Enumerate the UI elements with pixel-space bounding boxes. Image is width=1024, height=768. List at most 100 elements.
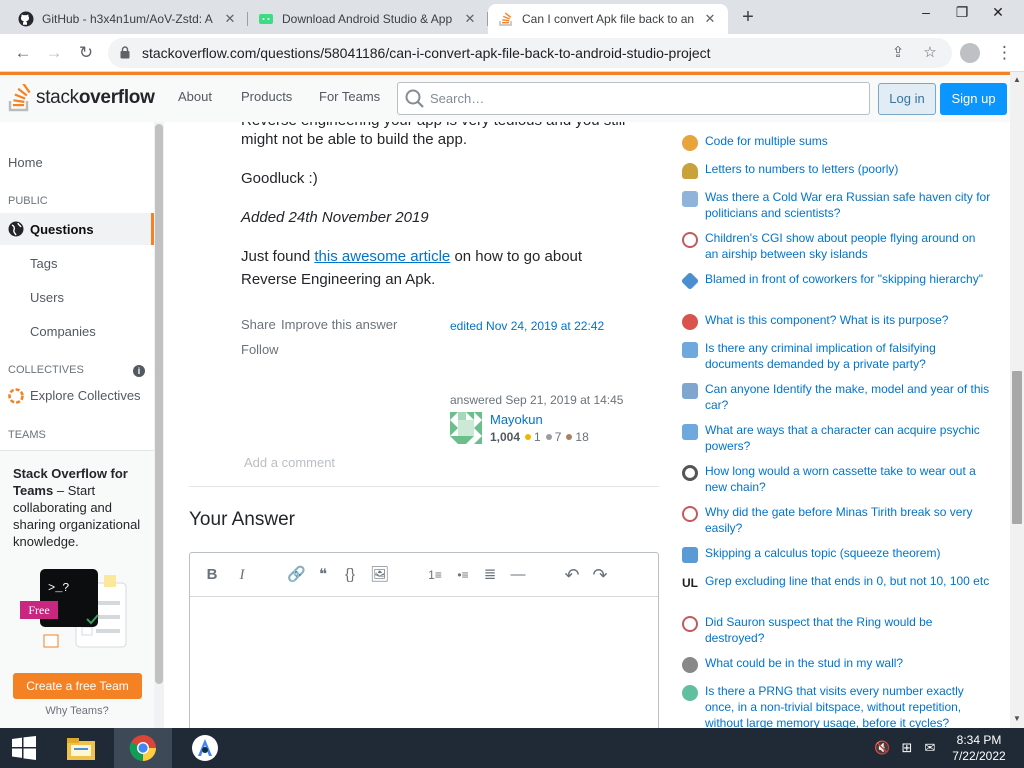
android-studio-taskbar-icon[interactable] bbox=[176, 728, 234, 768]
nav-products[interactable]: Products bbox=[241, 89, 292, 104]
sidebar-scrollbar[interactable] bbox=[154, 122, 164, 728]
nav-companies[interactable]: Companies bbox=[30, 324, 96, 339]
tab-android-studio[interactable]: Download Android Studio & App ✕ bbox=[248, 4, 488, 34]
info-icon[interactable]: i bbox=[133, 365, 145, 377]
horizontal-rule-icon[interactable]: — bbox=[509, 566, 527, 584]
new-tab-button[interactable]: + bbox=[738, 7, 758, 27]
follow-link[interactable]: Follow bbox=[241, 342, 279, 357]
share-link[interactable]: Share bbox=[241, 317, 276, 332]
site-icon bbox=[682, 342, 698, 358]
image-icon[interactable]: 🖼 bbox=[370, 566, 389, 584]
reload-icon[interactable]: ↻ bbox=[75, 42, 97, 64]
link-icon[interactable]: 🔗 bbox=[287, 566, 306, 584]
nav-users[interactable]: Users bbox=[30, 290, 64, 305]
undo-icon[interactable]: ↶ bbox=[563, 566, 581, 584]
action-center-icon[interactable]: ✉ bbox=[922, 740, 938, 756]
tab-close-icon[interactable]: ✕ bbox=[702, 11, 718, 27]
forward-icon[interactable]: → bbox=[43, 42, 65, 64]
browser-tab-strip: GitHub - h3x4n1um/AoV-Zstd: A ✕ Download… bbox=[0, 0, 1024, 34]
hnq-item[interactable]: How long would a worn cassette take to w… bbox=[682, 463, 992, 495]
improve-answer-link[interactable]: Improve this answer bbox=[281, 317, 397, 332]
article-link[interactable]: this awesome article bbox=[314, 248, 450, 265]
lock-icon bbox=[120, 46, 130, 59]
hnq-item[interactable]: Is there a PRNG that visits every number… bbox=[682, 683, 992, 728]
address-bar[interactable]: stackoverflow.com/questions/58041186/can… bbox=[108, 38, 952, 68]
scrollbar-thumb[interactable] bbox=[1012, 371, 1022, 524]
chrome-icon[interactable] bbox=[114, 728, 172, 768]
tab-stackoverflow[interactable]: Can I convert Apk file back to an ✕ bbox=[488, 4, 728, 34]
hnq-item[interactable]: Can anyone Identify the make, model and … bbox=[682, 381, 992, 413]
user-avatar[interactable] bbox=[450, 412, 482, 444]
site-icon bbox=[682, 657, 698, 673]
nav-home[interactable]: Home bbox=[8, 155, 43, 170]
hnq-item[interactable]: Letters to numbers to letters (poorly) bbox=[682, 161, 992, 179]
search-input[interactable]: Search… bbox=[397, 82, 870, 115]
site-icon bbox=[682, 547, 698, 563]
hnq-item[interactable]: What could be in the stud in my wall? bbox=[682, 655, 992, 673]
create-free-team-button[interactable]: Create a free Team bbox=[13, 673, 142, 699]
github-icon bbox=[18, 11, 34, 27]
code-icon[interactable]: {} bbox=[341, 566, 359, 584]
italic-icon[interactable]: I bbox=[233, 566, 251, 584]
hnq-item[interactable]: What are ways that a character can acqui… bbox=[682, 422, 992, 454]
hnq-item[interactable]: What is this component? What is its purp… bbox=[682, 312, 992, 330]
signup-button[interactable]: Sign up bbox=[940, 83, 1007, 115]
android-studio-icon bbox=[258, 11, 274, 27]
tab-close-icon[interactable]: ✕ bbox=[462, 11, 478, 27]
site-icon bbox=[680, 271, 700, 291]
site-icon bbox=[682, 163, 698, 179]
windows-start-icon[interactable] bbox=[0, 728, 48, 768]
edited-timestamp-link[interactable]: edited Nov 24, 2019 at 22:42 bbox=[450, 319, 604, 333]
taskbar-clock[interactable]: 8:34 PM 7/22/2022 bbox=[944, 732, 1014, 764]
redo-icon[interactable]: ↷ bbox=[591, 566, 609, 584]
scroll-down-icon[interactable]: ▼ bbox=[1013, 715, 1021, 723]
site-icon bbox=[682, 424, 698, 440]
login-button[interactable]: Log in bbox=[878, 83, 936, 115]
numbered-list-icon[interactable]: 1≡ bbox=[424, 566, 446, 584]
hnq-item[interactable]: Code for multiple sums bbox=[682, 133, 992, 151]
teams-promo-text: Stack Overflow for Teams – Start collabo… bbox=[13, 466, 141, 549]
back-icon[interactable]: ← bbox=[12, 42, 34, 64]
bookmark-star-icon[interactable]: ☆ bbox=[920, 43, 940, 63]
nav-tags[interactable]: Tags bbox=[30, 256, 57, 271]
file-explorer-icon[interactable] bbox=[52, 728, 110, 768]
browser-menu-icon[interactable]: ⋮ bbox=[996, 42, 1013, 64]
nav-for-teams[interactable]: For Teams bbox=[319, 89, 380, 104]
nav-about[interactable]: About bbox=[178, 89, 212, 104]
bold-icon[interactable]: B bbox=[203, 566, 221, 584]
tab-close-icon[interactable]: ✕ bbox=[222, 11, 238, 27]
user-reputation: 1,004 1 7 18 bbox=[490, 430, 589, 444]
volume-muted-icon[interactable]: 🔇 bbox=[874, 740, 890, 756]
answer-editor[interactable]: B I 🔗 ❝ {} 🖼 1≡ •≡ ≣ — ↶ ↷ bbox=[189, 552, 659, 728]
profile-avatar-icon[interactable] bbox=[960, 43, 980, 63]
share-icon[interactable]: ⇪ bbox=[888, 43, 908, 63]
blockquote-icon[interactable]: ❝ bbox=[314, 566, 332, 584]
bulleted-list-icon[interactable]: •≡ bbox=[452, 566, 474, 584]
so-logo[interactable]: stackoverflow bbox=[8, 83, 155, 113]
hnq-item[interactable]: Children's CGI show about people flying … bbox=[682, 230, 992, 262]
user-name-link[interactable]: Mayokun bbox=[490, 412, 543, 427]
hnq-item[interactable]: Is there any criminal implication of fal… bbox=[682, 340, 992, 372]
hnq-item[interactable]: Was there a Cold War era Russian safe ha… bbox=[682, 189, 992, 221]
add-comment-link[interactable]: Add a comment bbox=[244, 455, 335, 470]
why-teams-link[interactable]: Why Teams? bbox=[0, 705, 154, 717]
nav-heading-teams: TEAMS bbox=[8, 429, 46, 441]
gold-badge-icon bbox=[525, 434, 532, 441]
answer-text-italic: Added 24th November 2019 bbox=[241, 209, 429, 226]
scroll-up-icon[interactable]: ▲ bbox=[1013, 76, 1021, 84]
close-window-icon[interactable]: ✕ bbox=[976, 0, 1020, 30]
hnq-item[interactable]: Blamed in front of coworkers for "skippi… bbox=[680, 271, 992, 291]
nav-questions[interactable]: Questions bbox=[30, 222, 94, 237]
nav-heading-public: PUBLIC bbox=[8, 195, 48, 207]
tab-github[interactable]: GitHub - h3x4n1um/AoV-Zstd: A ✕ bbox=[8, 4, 248, 34]
page-scrollbar[interactable]: ▲ ▼ bbox=[1010, 72, 1024, 728]
network-icon[interactable]: ⊞ bbox=[899, 740, 915, 756]
search-icon bbox=[405, 89, 424, 108]
hnq-item[interactable]: Did Sauron suspect that the Ring would b… bbox=[682, 614, 992, 646]
free-badge: Free bbox=[20, 601, 58, 619]
heading-icon[interactable]: ≣ bbox=[481, 566, 499, 584]
hnq-item[interactable]: Why did the gate before Minas Tirith bre… bbox=[682, 504, 992, 536]
nav-explore-collectives[interactable]: Explore Collectives bbox=[30, 388, 141, 403]
hnq-item[interactable]: UL Grep excluding line that ends in 0, bu… bbox=[682, 573, 992, 591]
hnq-item[interactable]: Skipping a calculus topic (squeeze theor… bbox=[682, 545, 992, 563]
